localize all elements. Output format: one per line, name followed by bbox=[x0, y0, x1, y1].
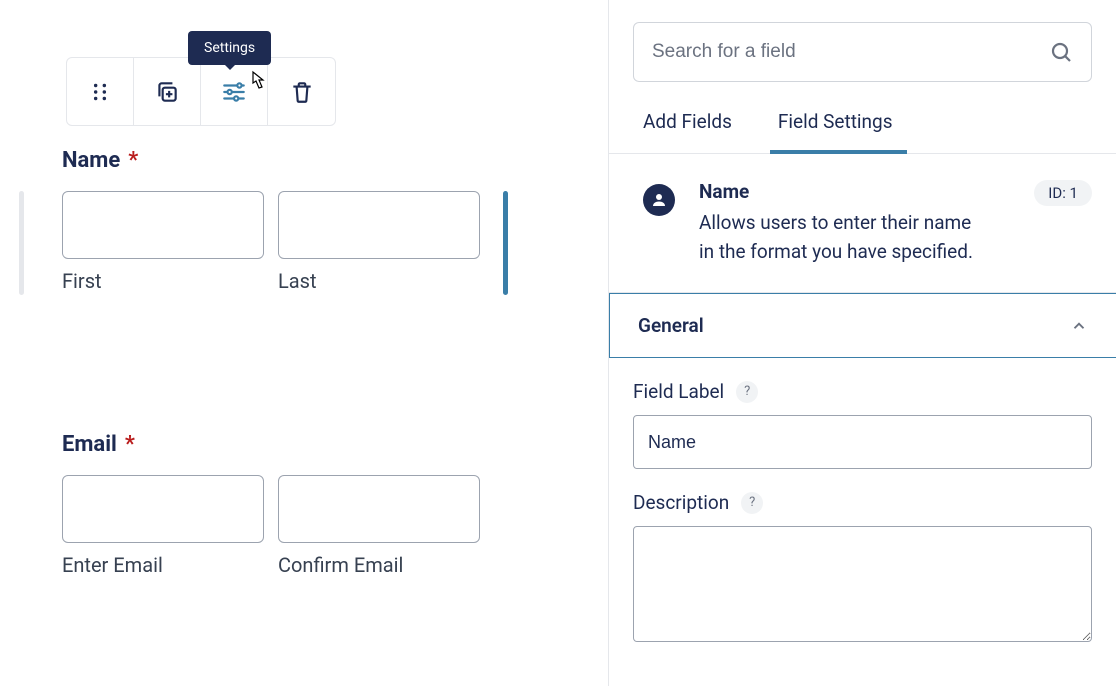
field-label-input[interactable] bbox=[633, 415, 1092, 469]
enter-email-subfield: Enter Email bbox=[62, 475, 264, 577]
search-wrap bbox=[609, 0, 1116, 82]
required-asterisk: * bbox=[125, 432, 135, 457]
duplicate-button[interactable] bbox=[134, 58, 201, 125]
first-name-subfield: First bbox=[62, 191, 264, 293]
field-label-setting: Field Label ? bbox=[633, 380, 1092, 469]
chevron-up-icon bbox=[1070, 317, 1088, 335]
email-field-row: Enter Email Confirm Email bbox=[62, 475, 480, 577]
drag-handle-icon bbox=[87, 79, 113, 105]
last-name-input[interactable] bbox=[278, 191, 480, 259]
duplicate-icon bbox=[154, 79, 180, 105]
enter-email-input[interactable] bbox=[62, 475, 264, 543]
field-info-title: Name bbox=[699, 180, 1010, 203]
accordion-general-label: General bbox=[638, 314, 704, 337]
tooltip-text: Settings bbox=[204, 40, 255, 56]
field-id-badge: ID: 1 bbox=[1034, 180, 1092, 206]
tab-field-settings[interactable]: Field Settings bbox=[778, 110, 893, 153]
required-asterisk: * bbox=[128, 148, 138, 173]
name-field-row: First Last bbox=[62, 191, 480, 293]
field-info-desc: Allows users to enter their name in the … bbox=[699, 209, 989, 266]
last-name-sublabel: Last bbox=[278, 269, 480, 293]
help-icon[interactable]: ? bbox=[741, 492, 763, 514]
name-field-label: Name* bbox=[62, 148, 480, 173]
field-label-label: Field Label ? bbox=[633, 380, 1092, 403]
last-name-subfield: Last bbox=[278, 191, 480, 293]
search-input[interactable] bbox=[652, 41, 1049, 63]
field-right-handle-active[interactable] bbox=[503, 191, 508, 295]
help-icon[interactable]: ? bbox=[736, 381, 758, 403]
field-info-block: Name Allows users to enter their name in… bbox=[609, 154, 1116, 293]
accordion-general[interactable]: General bbox=[609, 293, 1116, 358]
trash-icon bbox=[289, 79, 315, 105]
tab-add-fields[interactable]: Add Fields bbox=[643, 110, 732, 153]
drag-handle-button[interactable] bbox=[67, 58, 134, 125]
sidebar-panel: Add Fields Field Settings Name Allows us… bbox=[608, 0, 1116, 686]
name-field-block[interactable]: Name* First Last bbox=[62, 148, 480, 293]
first-name-input[interactable] bbox=[62, 191, 264, 259]
confirm-email-subfield: Confirm Email bbox=[278, 475, 480, 577]
confirm-email-sublabel: Confirm Email bbox=[278, 553, 480, 577]
enter-email-sublabel: Enter Email bbox=[62, 553, 264, 577]
field-toolbar bbox=[66, 57, 336, 126]
person-icon bbox=[643, 184, 675, 216]
email-field-block[interactable]: Email* Enter Email Confirm Email bbox=[62, 432, 480, 577]
description-textarea[interactable] bbox=[633, 526, 1092, 642]
field-left-handle[interactable] bbox=[19, 191, 24, 295]
description-setting: Description ? bbox=[633, 491, 1092, 646]
sliders-icon bbox=[221, 79, 247, 105]
search-field-box[interactable] bbox=[633, 22, 1092, 82]
sidebar-tabs: Add Fields Field Settings bbox=[609, 82, 1116, 154]
email-field-label: Email* bbox=[62, 432, 480, 457]
delete-button[interactable] bbox=[268, 58, 335, 125]
form-editor-panel: Settings Name* First bbox=[0, 0, 608, 686]
first-name-sublabel: First bbox=[62, 269, 264, 293]
field-info-text: Name Allows users to enter their name in… bbox=[699, 180, 1010, 266]
settings-tooltip: Settings bbox=[188, 31, 271, 65]
confirm-email-input[interactable] bbox=[278, 475, 480, 543]
search-icon bbox=[1049, 40, 1073, 64]
settings-body: Field Label ? Description ? bbox=[609, 358, 1116, 690]
description-label: Description ? bbox=[633, 491, 1092, 514]
